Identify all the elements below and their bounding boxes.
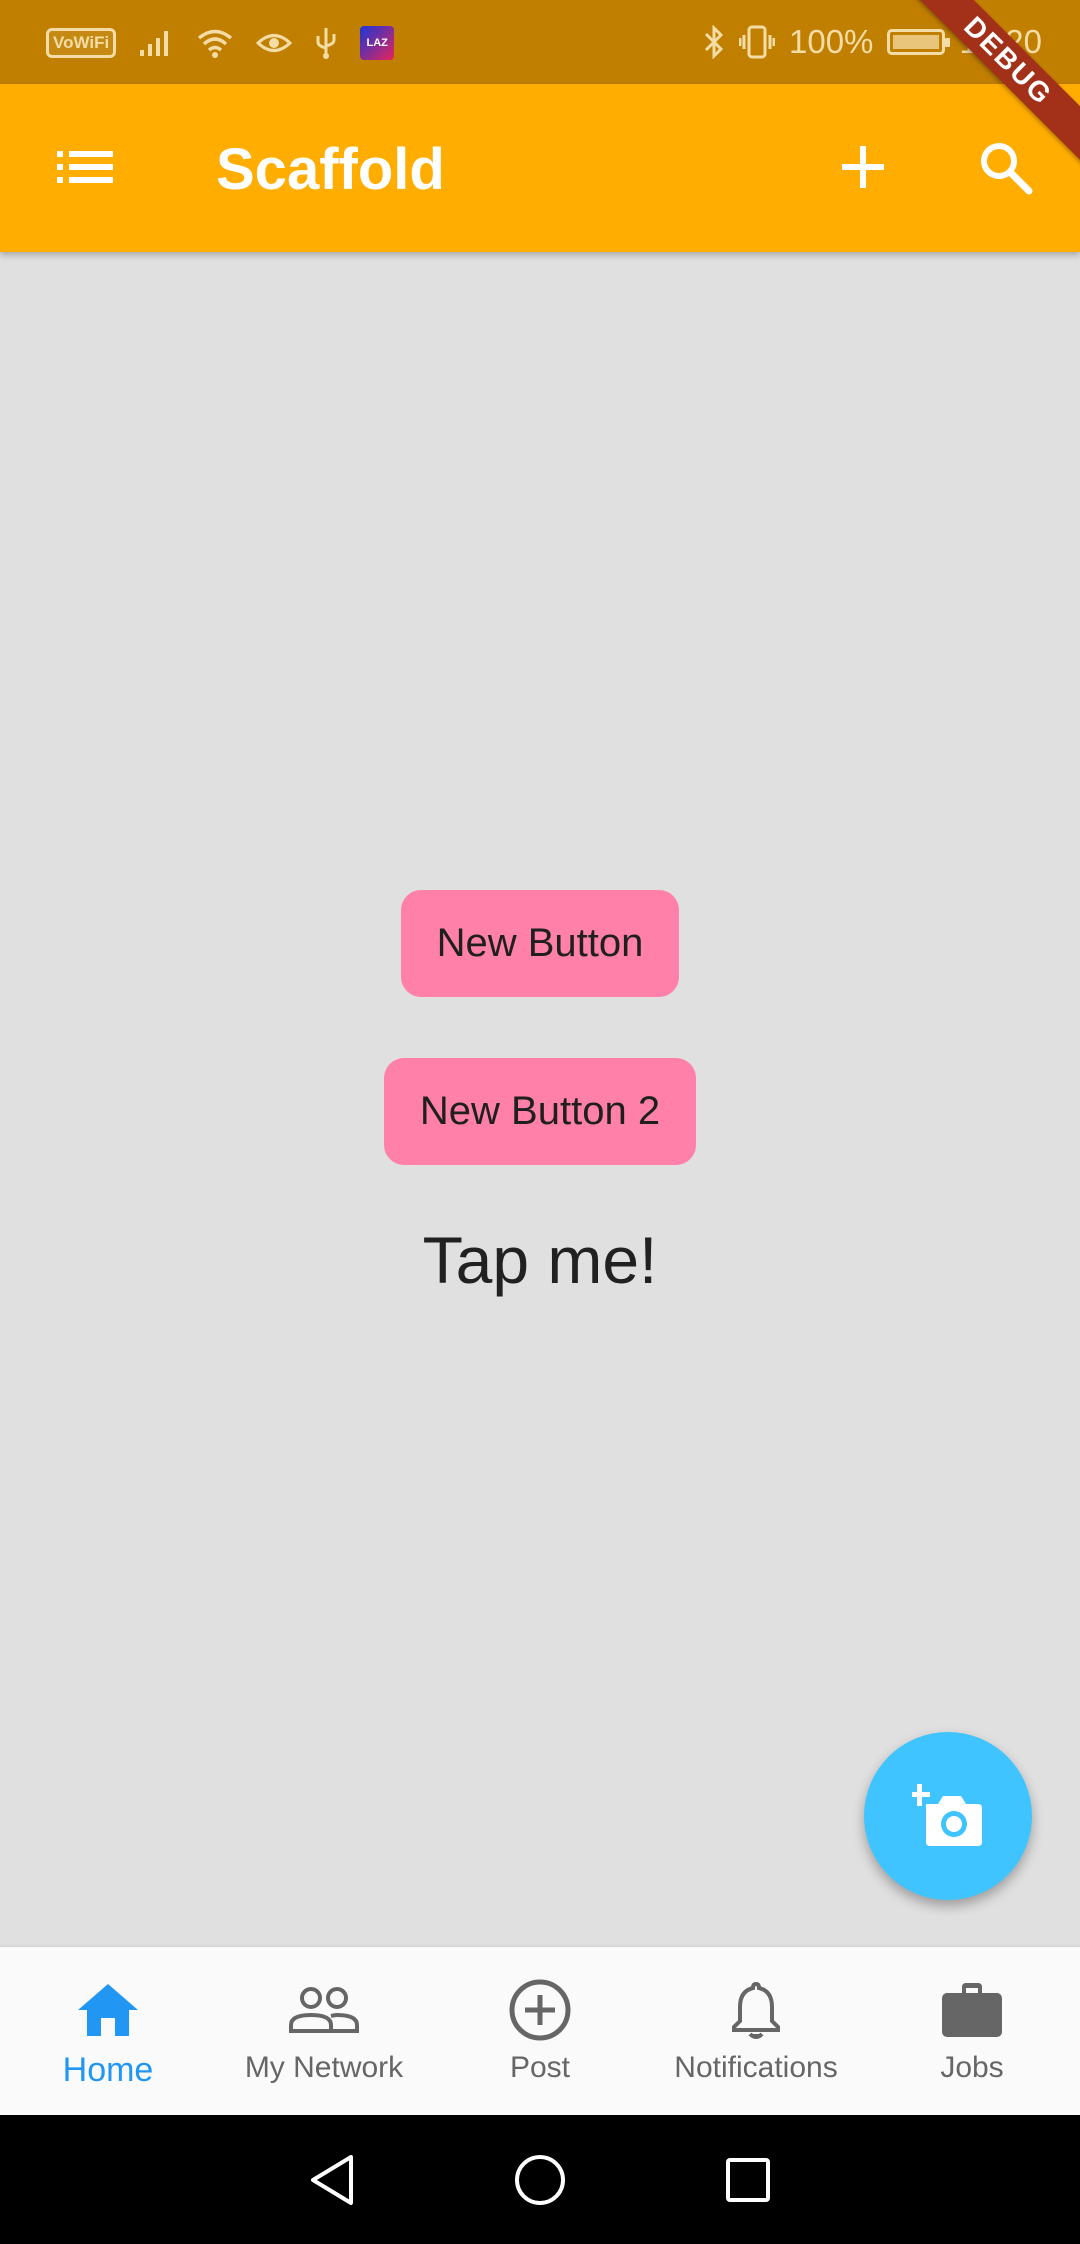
app-bar: Scaffold <box>0 84 1080 252</box>
app-title: Scaffold <box>216 137 445 202</box>
add-photo-fab[interactable] <box>864 1732 1032 1900</box>
status-icons-left: VoWiFi LAZ <box>46 22 395 64</box>
home-circle-icon <box>515 2154 565 2205</box>
recents-square-icon <box>726 2157 770 2202</box>
nav-item-home[interactable]: Home <box>0 1947 216 2115</box>
list-icon <box>57 151 113 183</box>
system-navigation-bar <box>0 2115 1080 2244</box>
vibrate-icon <box>739 25 775 59</box>
nav-item-jobs[interactable]: Jobs <box>864 1947 1080 2115</box>
new-button[interactable]: New Button <box>401 890 679 997</box>
bell-icon <box>732 1981 780 2039</box>
nav-label-jobs: Jobs <box>940 2051 1004 2084</box>
nav-item-notifications[interactable]: Notifications <box>648 1947 864 2115</box>
eye-icon <box>256 34 293 52</box>
recents-button[interactable] <box>718 2150 778 2210</box>
add-icon <box>842 146 884 188</box>
people-icon <box>289 1987 359 2033</box>
add-circle-icon <box>509 1979 571 2041</box>
home-icon <box>78 1984 138 2036</box>
lazada-app-icon: LAZ <box>360 26 395 60</box>
nav-label-my-network: My Network <box>244 2051 404 2084</box>
tap-me-text[interactable]: Tap me! <box>0 1222 1080 1298</box>
cellular-signal-icon <box>140 31 169 56</box>
briefcase-icon <box>942 1983 1002 2037</box>
nav-label-home: Home <box>62 2051 154 2089</box>
menu-button[interactable] <box>52 134 118 200</box>
nav-label-post: Post <box>509 2051 571 2084</box>
status-bar: VoWiFi LAZ 100% <box>0 0 1080 84</box>
home-system-button[interactable] <box>510 2150 570 2210</box>
vowifi-icon: VoWiFi <box>46 28 117 58</box>
battery-percent: 100% <box>789 23 874 60</box>
bluetooth-icon <box>704 25 724 59</box>
add-button[interactable] <box>830 134 896 200</box>
back-button[interactable] <box>302 2150 362 2210</box>
search-button[interactable] <box>972 134 1038 200</box>
usb-icon <box>316 28 336 59</box>
search-icon <box>981 143 1033 195</box>
nav-item-my-network[interactable]: My Network <box>216 1947 432 2115</box>
wifi-icon <box>198 29 233 58</box>
back-triangle-icon <box>311 2154 353 2205</box>
bottom-navigation: Home My Network Post Notifications Jobs <box>0 1947 1080 2115</box>
add-a-photo-icon <box>912 1784 982 1846</box>
battery-icon <box>887 29 951 55</box>
nav-label-notifications: Notifications <box>674 2051 838 2084</box>
nav-item-post[interactable]: Post <box>432 1947 648 2115</box>
new-button-2[interactable]: New Button 2 <box>384 1058 696 1165</box>
